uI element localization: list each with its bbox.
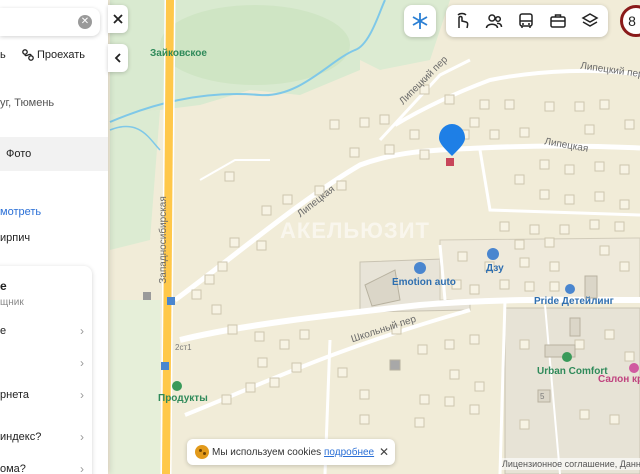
card-item-1[interactable]: е › — [0, 322, 90, 344]
route-partial-label[interactable]: ь — [0, 49, 6, 61]
place-salon-krasoty[interactable]: Салон красо — [598, 375, 640, 385]
map-mode-toolbar — [446, 5, 608, 37]
transport-button[interactable] — [510, 5, 542, 37]
card-item-label: ома? — [0, 463, 26, 474]
address-text: уг, Тюмень — [0, 97, 55, 109]
route-row: ь Проехать — [0, 49, 108, 65]
clear-search-icon[interactable]: ✕ — [78, 15, 92, 29]
place-dzu[interactable]: Дзу — [486, 264, 504, 274]
license-link[interactable]: Лицензионное соглашение, Данны — [499, 458, 640, 470]
close-panel-button[interactable] — [108, 5, 128, 33]
house-number-2s1: 2ст1 — [175, 343, 192, 352]
layers-icon — [581, 13, 599, 27]
chevron-left-icon — [114, 53, 121, 63]
info-card: е щник е › › рнета › индекс? › ома? › — [0, 266, 92, 474]
card-item-5[interactable]: ома? › — [0, 460, 90, 474]
photo-tab[interactable]: Фото — [0, 137, 108, 171]
show-link[interactable]: мотреть — [0, 206, 41, 218]
place-produkty[interactable]: Продукты — [158, 394, 208, 404]
cookie-close-icon[interactable]: ✕ — [379, 445, 389, 459]
place-emotion-auto[interactable]: Emotion auto — [392, 278, 456, 288]
winter-mode-button[interactable] — [404, 5, 436, 37]
house-number-5: 5 — [540, 392, 545, 401]
cookie-more-link[interactable]: подробнее — [324, 447, 374, 458]
business-button[interactable] — [542, 5, 574, 37]
card-item-2[interactable]: › — [0, 354, 90, 376]
drive-button[interactable]: Проехать — [22, 49, 85, 61]
card-title: е — [0, 279, 7, 293]
chevron-right-icon: › — [80, 356, 84, 370]
place-urban-comfort[interactable]: Urban Comfort — [537, 367, 608, 377]
photo-label: Фото — [6, 148, 32, 160]
bus-icon — [519, 13, 533, 28]
place-pride-detailing[interactable]: Pride Детейлинг — [534, 297, 614, 307]
place-zaikovskoe: Зайковское — [150, 48, 207, 59]
briefcase-icon — [550, 14, 566, 28]
hand-pointer-icon — [457, 12, 469, 29]
snowflake-icon — [412, 13, 428, 29]
cookie-icon — [195, 445, 209, 459]
card-subtitle: щник — [0, 297, 24, 308]
card-item-label: индекс? — [0, 431, 42, 443]
place-panel: ✕ ь Проехать уг, Тюмень Фото мотреть ирп… — [0, 0, 108, 474]
route-icon — [22, 49, 34, 61]
cookie-banner: Мы используем cookies подробнее ✕ — [187, 439, 395, 465]
card-item-label: е — [0, 325, 7, 337]
search-input[interactable] — [4, 12, 74, 32]
card-item-3[interactable]: рнета › — [0, 386, 90, 408]
people-button[interactable] — [478, 5, 510, 37]
search-box[interactable]: ✕ — [0, 8, 100, 36]
panorama-button[interactable] — [446, 5, 478, 37]
collapse-panel-button[interactable] — [108, 44, 128, 72]
layers-button[interactable] — [574, 5, 606, 37]
card-item-label: рнета — [0, 389, 29, 401]
chevron-right-icon: › — [80, 430, 84, 444]
material-text: ирпич — [0, 232, 31, 244]
drive-label: Проехать — [37, 49, 86, 61]
card-item-4[interactable]: индекс? › — [0, 428, 90, 450]
close-icon — [113, 14, 123, 24]
people-icon — [485, 14, 503, 29]
cookie-text: Мы используем cookies — [212, 447, 322, 458]
street-zapadnosibirskaya: Западносибирская — [157, 196, 169, 284]
traffic-level-value: 8 — [628, 13, 636, 29]
chevron-right-icon: › — [80, 324, 84, 338]
chevron-right-icon: › — [80, 462, 84, 474]
map-watermark: АКЕЛЬЮЗИТ — [280, 218, 430, 243]
chevron-right-icon: › — [80, 388, 84, 402]
